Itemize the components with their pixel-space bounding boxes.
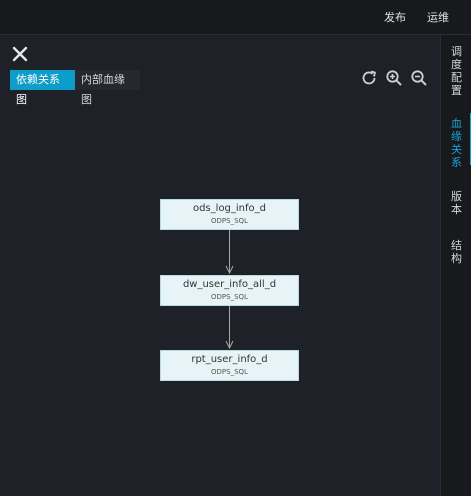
sidebar-tab-lineage[interactable]: 血 缘 关 系 [441,117,471,169]
lineage-panel: 依赖关系图 内部血缘图 ods_log_info_d ODPS_SQL dw_u… [0,35,440,496]
right-sidebar: 调 度 配 置 血 缘 关 系 版 本 结 构 [440,35,471,496]
sidebar-tab-structure[interactable]: 结 构 [441,239,471,265]
graph-node[interactable]: rpt_user_info_d ODPS_SQL [160,350,299,381]
node-name: ods_log_info_d [192,203,267,214]
sidebar-tab-version[interactable]: 版 本 [441,190,471,216]
tab-internal-lineage[interactable]: 内部血缘图 [75,70,140,106]
graph-node[interactable]: dw_user_info_all_d ODPS_SQL [160,275,299,306]
node-type: ODPS_SQL [211,217,248,225]
close-icon[interactable] [10,44,30,64]
zoom-out-icon[interactable] [410,69,428,87]
operations-button[interactable]: 运维 [427,9,449,25]
node-name: dw_user_info_all_d [182,279,277,290]
node-name: rpt_user_info_d [191,354,268,365]
refresh-icon[interactable] [360,69,378,87]
zoom-in-icon[interactable] [385,69,403,87]
publish-button[interactable]: 发布 [384,9,406,25]
top-toolbar: 发布 运维 [0,0,471,35]
node-type: ODPS_SQL [211,368,248,376]
graph-node[interactable]: ods_log_info_d ODPS_SQL [160,199,299,230]
dependency-edges [225,230,234,350]
edge-1 [225,230,234,275]
tab-dependency-graph[interactable]: 依赖关系图 [10,70,75,106]
node-type: ODPS_SQL [211,293,248,301]
sidebar-tab-schedule-config[interactable]: 调 度 配 置 [441,45,471,97]
edge-2 [225,306,234,350]
